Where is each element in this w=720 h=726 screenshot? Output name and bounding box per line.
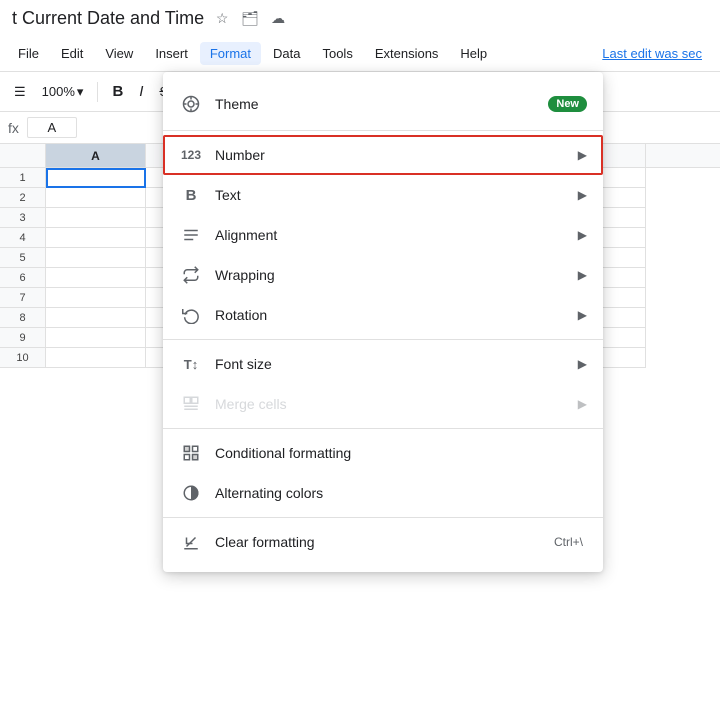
conditional-formatting-icon [179,441,203,465]
number-label: Number [215,147,578,163]
document-title: t Current Date and Time [12,8,204,29]
font-size-menu-item[interactable]: T↕ Font size ▶ [163,344,603,384]
row-header-1: 1 [0,168,46,188]
merge-cells-menu-item[interactable]: Merge cells ▶ [163,384,603,424]
row-header-7: 7 [0,288,46,308]
number-arrow-icon: ▶ [578,148,587,162]
number-icon: 123 [179,143,203,167]
menu-view[interactable]: View [95,42,143,65]
menu-insert[interactable]: Insert [145,42,198,65]
menu-help[interactable]: Help [450,42,497,65]
grid-cell-a10[interactable] [46,348,146,368]
menu-bar: File Edit View Insert Format Data Tools … [0,36,720,72]
row-header-3: 3 [0,208,46,228]
row-header-6: 6 [0,268,46,288]
zoom-value: 100% [42,84,75,99]
conditional-formatting-menu-item[interactable]: Conditional formatting [163,433,603,473]
format-dropdown-menu: Theme New 123 Number ▶ B Text ▶ [163,72,603,572]
text-arrow-icon: ▶ [578,188,587,202]
rotation-arrow-icon: ▶ [578,308,587,322]
grid-cell-a7[interactable] [46,288,146,308]
theme-label: Theme [215,96,548,112]
text-format-icon: B [179,183,203,207]
menu-tools[interactable]: Tools [312,42,362,65]
alternating-colors-label: Alternating colors [215,485,587,501]
grid-cell-a1[interactable] [46,168,146,188]
menu-extensions[interactable]: Extensions [365,42,449,65]
rotation-label: Rotation [215,307,578,323]
grid-cell-a2[interactable] [46,188,146,208]
folder-icon[interactable]: 🗂 [240,8,260,28]
conditional-section: Conditional formatting Alternating color… [163,428,603,517]
wrapping-arrow-icon: ▶ [578,268,587,282]
rotation-icon [179,303,203,327]
alternating-colors-menu-item[interactable]: Alternating colors [163,473,603,513]
clear-section: Clear formatting Ctrl+\ [163,517,603,566]
rotation-menu-item[interactable]: Rotation ▶ [163,295,603,335]
new-badge: New [548,96,587,112]
row-header-8: 8 [0,308,46,328]
wrapping-menu-item[interactable]: Wrapping ▶ [163,255,603,295]
cloud-icon[interactable]: ☁ [268,8,288,28]
title-icons: ☆ 🗂 ☁ [212,8,288,28]
menu-file[interactable]: File [8,42,49,65]
format-options-section: 123 Number ▶ B Text ▶ Alignment ▶ [163,130,603,339]
number-menu-item[interactable]: 123 Number ▶ [163,135,603,175]
theme-icon [179,92,203,116]
merge-cells-arrow-icon: ▶ [578,397,587,411]
merge-cells-icon [179,392,203,416]
star-icon[interactable]: ☆ [212,8,232,28]
grid-cell-a6[interactable] [46,268,146,288]
conditional-formatting-label: Conditional formatting [215,445,587,461]
col-header-a[interactable]: A [46,144,146,167]
menu-edit[interactable]: Edit [51,42,93,65]
font-size-arrow-icon: ▶ [578,357,587,371]
text-menu-item[interactable]: B Text ▶ [163,175,603,215]
row-header-2: 2 [0,188,46,208]
alignment-icon [179,223,203,247]
row-header-10: 10 [0,348,46,368]
menu-format[interactable]: Format [200,42,261,65]
toolbar-divider-1 [97,82,98,102]
clear-formatting-shortcut: Ctrl+\ [554,535,583,549]
grid-corner [0,144,46,167]
grid-cell-a3[interactable] [46,208,146,228]
function-icon: fx [8,120,19,136]
title-bar: t Current Date and Time ☆ 🗂 ☁ [0,0,720,36]
cell-reference[interactable]: A [27,117,77,138]
theme-section: Theme New [163,78,603,130]
grid-cell-a8[interactable] [46,308,146,328]
font-size-icon: T↕ [179,352,203,376]
font-size-label: Font size [215,356,578,372]
merge-cells-label: Merge cells [215,396,578,412]
menu-data[interactable]: Data [263,42,310,65]
zoom-selector[interactable]: 100% ▾ [36,80,90,104]
clear-formatting-label: Clear formatting [215,534,554,550]
clear-formatting-icon [179,530,203,554]
menu-icon-btn[interactable]: ☰ [8,80,32,104]
alignment-label: Alignment [215,227,578,243]
alignment-arrow-icon: ▶ [578,228,587,242]
zoom-arrow-icon: ▾ [77,84,84,100]
wrapping-label: Wrapping [215,267,578,283]
alignment-menu-item[interactable]: Alignment ▶ [163,215,603,255]
bold-button[interactable]: B [106,79,129,104]
wrapping-icon [179,263,203,287]
grid-cell-a4[interactable] [46,228,146,248]
italic-button[interactable]: I [133,79,149,104]
grid-cell-a9[interactable] [46,328,146,348]
text-label: Text [215,187,578,203]
row-header-5: 5 [0,248,46,268]
last-edit-label[interactable]: Last edit was sec [592,42,712,65]
row-header-9: 9 [0,328,46,348]
fontsize-section: T↕ Font size ▶ Merge cells ▶ [163,339,603,428]
row-header-4: 4 [0,228,46,248]
theme-menu-item[interactable]: Theme New [163,82,603,126]
grid-cell-a5[interactable] [46,248,146,268]
clear-formatting-menu-item[interactable]: Clear formatting Ctrl+\ [163,522,603,562]
alternating-colors-icon [179,481,203,505]
